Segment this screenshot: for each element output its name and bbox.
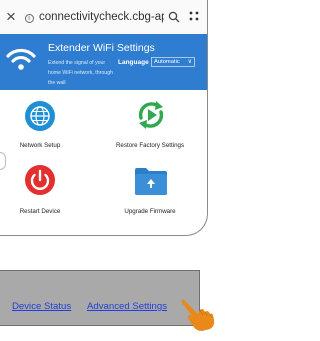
device-status-link[interactable]: Device Status — [12, 301, 71, 312]
wifi-icon — [6, 48, 36, 70]
restart-device-button[interactable]: Restart Device — [0, 160, 80, 224]
browser-url-bar: × i connectivitycheck.cbg-ap... — [0, 0, 207, 34]
menu-dots-icon[interactable] — [184, 9, 204, 25]
network-setup-button[interactable]: Network Setup — [0, 96, 80, 160]
screen: × i connectivitycheck.cbg-ap... Extender… — [0, 0, 276, 341]
search-icon[interactable] — [164, 11, 184, 23]
upgrade-firmware-button[interactable]: Upgrade Firmware — [92, 160, 207, 224]
power-icon — [25, 165, 55, 195]
advanced-settings-link[interactable]: Advanced Settings — [87, 301, 167, 312]
page-subtitle: Extend the signal of your home WiFi netw… — [48, 60, 113, 86]
folder-upload-icon — [135, 168, 167, 195]
app-header: Extender WiFi Settings Extend the signal… — [0, 34, 207, 90]
footer-bar — [0, 270, 200, 326]
info-icon[interactable]: i — [22, 12, 36, 23]
restore-arrows-icon — [138, 101, 164, 129]
page-title: Extender WiFi Settings — [48, 42, 155, 54]
restore-factory-settings-label: Restore Factory Settings — [115, 142, 185, 149]
hand-pointer-icon — [181, 299, 215, 331]
url-text[interactable]: connectivitycheck.cbg-ap... — [36, 11, 164, 23]
language-value: Automatic — [154, 59, 180, 65]
phone-frame: × i connectivitycheck.cbg-ap... Extender… — [0, 0, 208, 236]
globe-icon — [25, 101, 55, 131]
language-label: Language — [118, 59, 149, 66]
close-icon[interactable]: × — [0, 0, 22, 34]
language-select[interactable]: Automatic ∨ — [151, 57, 195, 67]
restart-device-label: Restart Device — [19, 208, 61, 215]
upgrade-firmware-label: Upgrade Firmware — [124, 208, 176, 215]
network-setup-label: Network Setup — [19, 142, 61, 149]
restore-factory-settings-button[interactable]: Restore Factory Settings — [92, 96, 207, 160]
chevron-down-icon: ∨ — [187, 59, 192, 65]
